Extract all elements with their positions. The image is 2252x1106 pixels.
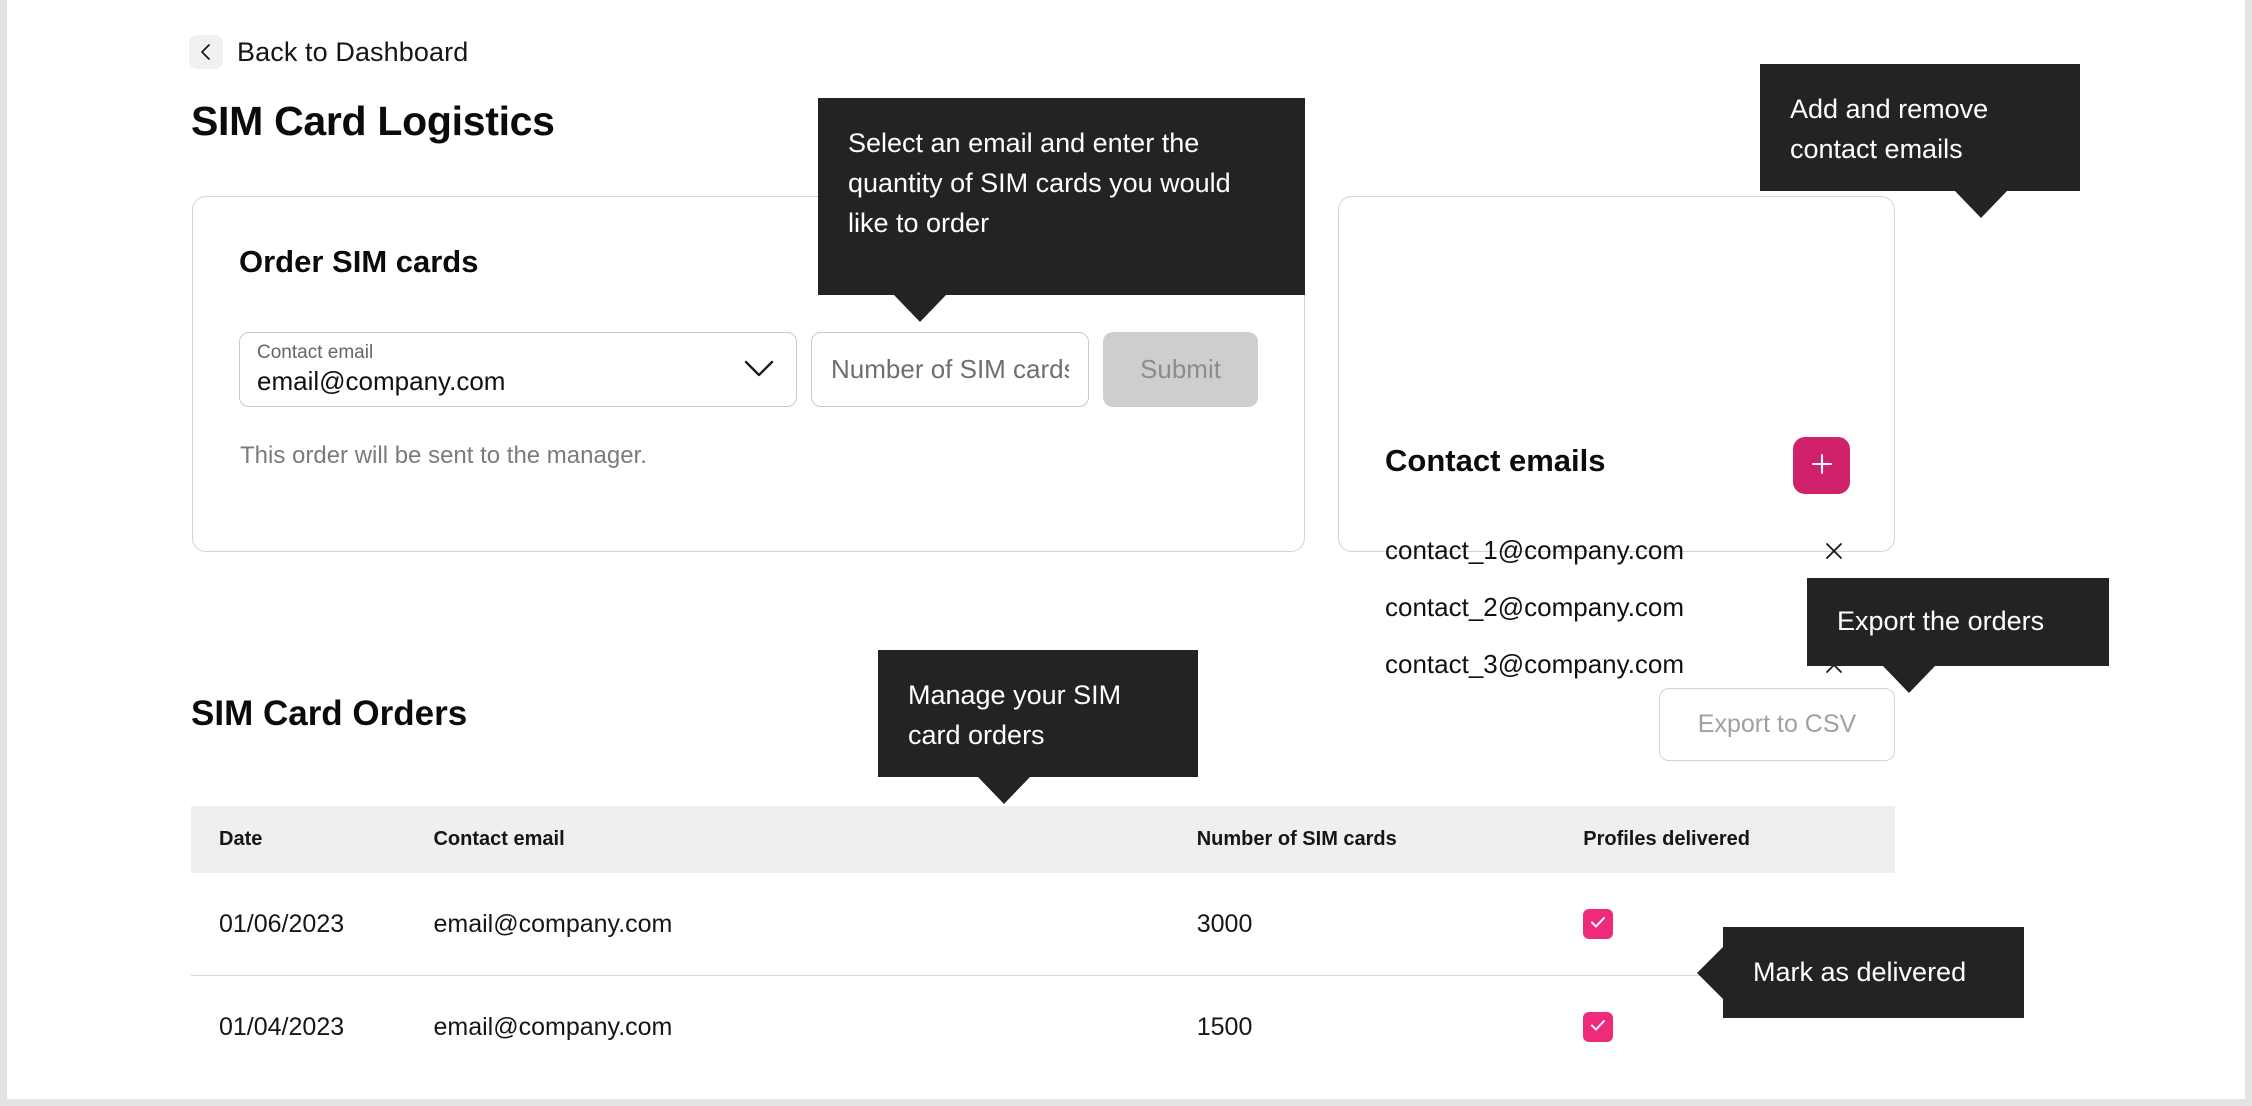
contact-emails-card: Contact emails contact_1@company.com bbox=[1338, 196, 1895, 552]
table-header-row: Date Contact email Number of SIM cards P… bbox=[191, 806, 1895, 873]
tooltip-order-text: Select an email and enter the quantity o… bbox=[848, 128, 1231, 238]
tooltip-export: Export the orders bbox=[1807, 578, 2109, 666]
contact-email-text: contact_2@company.com bbox=[1385, 592, 1684, 623]
tooltip-tail bbox=[894, 295, 946, 322]
order-helper-text: This order will be sent to the manager. bbox=[240, 442, 647, 470]
sim-quantity-input[interactable] bbox=[811, 332, 1089, 407]
orders-section-title: SIM Card Orders bbox=[191, 694, 467, 734]
tooltip-order-form: Select an email and enter the quantity o… bbox=[818, 98, 1305, 295]
order-card-title: Order SIM cards bbox=[239, 244, 478, 280]
close-icon[interactable] bbox=[1819, 536, 1849, 566]
column-header-contact-email: Contact email bbox=[403, 806, 1192, 873]
contact-email-text: contact_3@company.com bbox=[1385, 649, 1684, 680]
table-row: 01/06/2023 email@company.com 3000 bbox=[191, 873, 1895, 976]
cell-number-of-sim-cards: 1500 bbox=[1193, 976, 1578, 1079]
tooltip-tail bbox=[1955, 191, 2007, 218]
list-item: contact_1@company.com bbox=[1339, 522, 1894, 579]
cell-number-of-sim-cards: 3000 bbox=[1193, 873, 1578, 976]
chevron-left-icon bbox=[189, 35, 223, 69]
page-title: SIM Card Logistics bbox=[191, 98, 555, 145]
column-header-date: Date bbox=[191, 806, 403, 873]
cell-contact-email: email@company.com bbox=[403, 976, 1192, 1079]
orders-table: Date Contact email Number of SIM cards P… bbox=[191, 806, 1895, 1078]
tooltip-manage-text: Manage your SIM card orders bbox=[908, 680, 1121, 750]
table-header: Date Contact email Number of SIM cards P… bbox=[191, 806, 1895, 873]
cell-date: 01/06/2023 bbox=[191, 873, 403, 976]
back-link-label: Back to Dashboard bbox=[237, 37, 468, 68]
page-content: Back to Dashboard SIM Card Logistics Ord… bbox=[7, 0, 2245, 1099]
tooltip-tail bbox=[978, 777, 1030, 804]
tooltip-mark-text: Mark as delivered bbox=[1753, 953, 1966, 993]
tooltip-export-text: Export the orders bbox=[1837, 602, 2044, 642]
cell-contact-email: email@company.com bbox=[403, 873, 1192, 976]
contact-email-value: email@company.com bbox=[257, 366, 505, 397]
tooltip-tail bbox=[1883, 666, 1935, 693]
tooltip-manage-orders: Manage your SIM card orders bbox=[878, 650, 1198, 777]
plus-icon bbox=[1809, 451, 1835, 480]
cell-date: 01/04/2023 bbox=[191, 976, 403, 1079]
table-body: 01/06/2023 email@company.com 3000 bbox=[191, 873, 1895, 1078]
check-icon bbox=[1588, 910, 1608, 939]
tooltip-tail bbox=[1697, 947, 1723, 999]
delivered-checkbox[interactable] bbox=[1583, 1012, 1613, 1042]
contact-email-label: Contact email bbox=[257, 342, 373, 364]
submit-button[interactable]: Submit bbox=[1103, 332, 1258, 407]
tooltip-contact-emails: Add and remove contact emails bbox=[1760, 64, 2080, 191]
tooltip-emails-text: Add and remove contact emails bbox=[1790, 94, 1988, 164]
delivered-checkbox[interactable] bbox=[1583, 909, 1613, 939]
table-row: 01/04/2023 email@company.com 1500 bbox=[191, 976, 1895, 1079]
order-form-row: Contact email email@company.com Submit bbox=[239, 332, 1258, 407]
add-contact-email-button[interactable] bbox=[1793, 437, 1850, 494]
contact-email-text: contact_1@company.com bbox=[1385, 535, 1684, 566]
column-header-number-of-sim-cards: Number of SIM cards bbox=[1193, 806, 1578, 873]
export-to-csv-button[interactable]: Export to CSV bbox=[1659, 688, 1895, 761]
contact-email-select[interactable]: Contact email email@company.com bbox=[239, 332, 797, 407]
contact-emails-title: Contact emails bbox=[1385, 443, 1606, 479]
app-page: Back to Dashboard SIM Card Logistics Ord… bbox=[0, 0, 2252, 1106]
column-header-profiles-delivered: Profiles delivered bbox=[1577, 806, 1895, 873]
chevron-down-icon bbox=[742, 357, 776, 386]
tooltip-mark-delivered: Mark as delivered bbox=[1723, 927, 2024, 1018]
back-to-dashboard-link[interactable]: Back to Dashboard bbox=[189, 35, 468, 69]
check-icon bbox=[1588, 1013, 1608, 1042]
